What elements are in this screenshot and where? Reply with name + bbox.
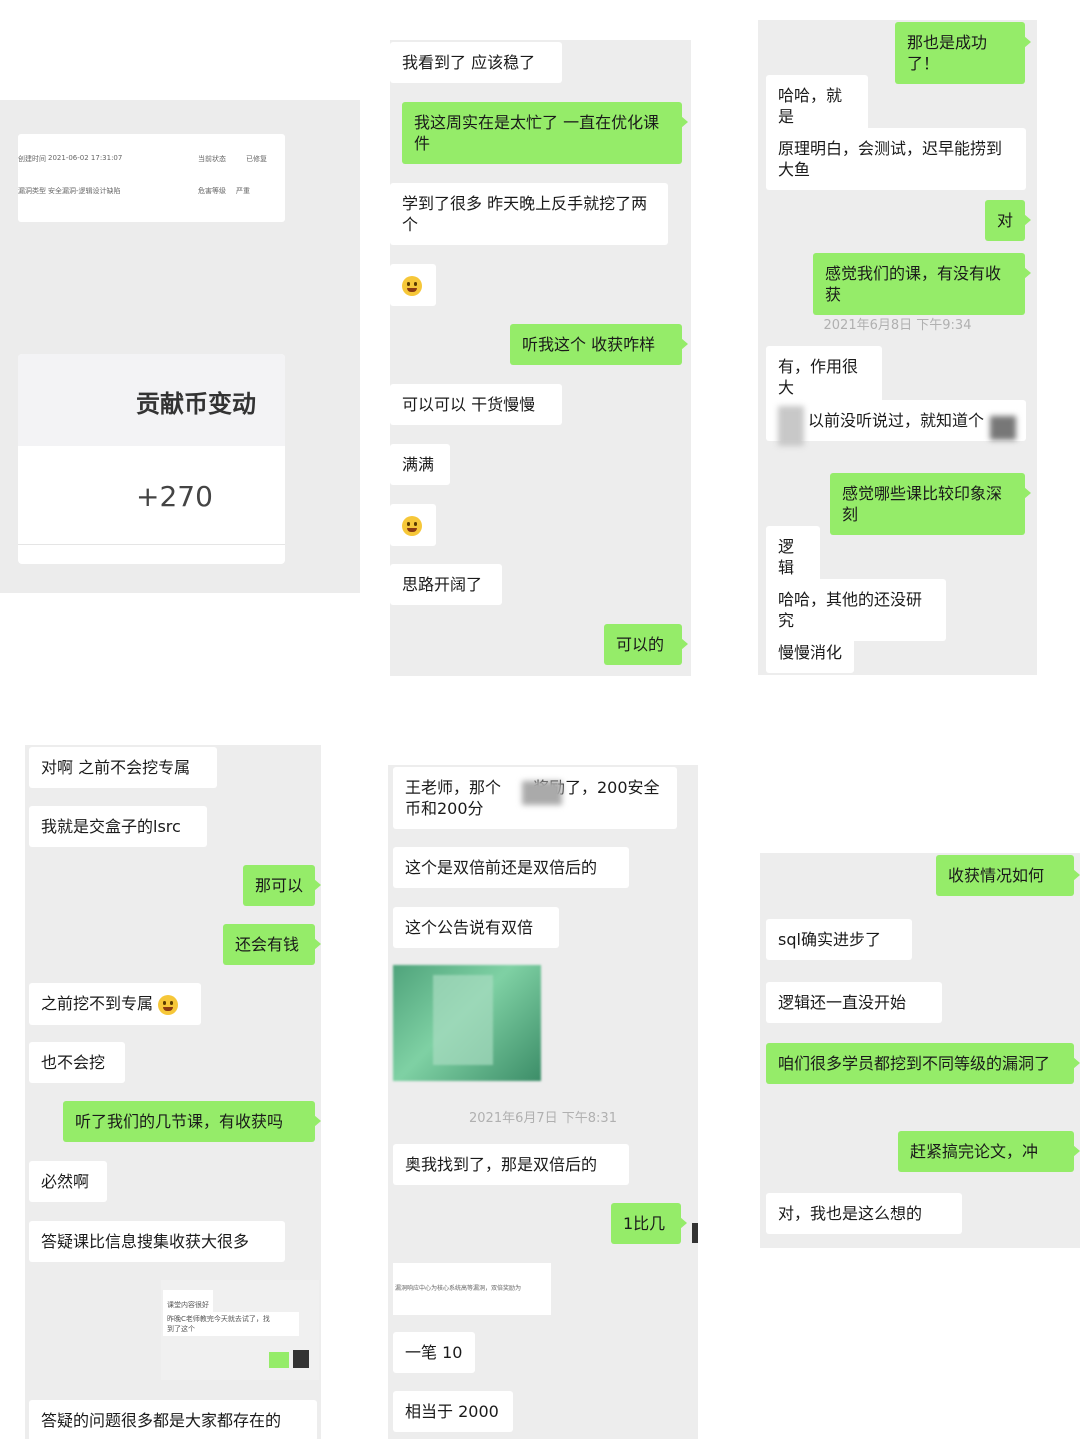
inner-chat-line: 到了这个 bbox=[167, 1325, 195, 1333]
chat-message: 学到了很多 昨天晚上反手就挖了两个 bbox=[390, 183, 668, 245]
record-type-value: 安全漏洞-逻辑设计缺陷 bbox=[48, 187, 121, 195]
record-created-label: 创建时间 bbox=[18, 155, 46, 163]
chat-timestamp: 2021年6月7日 下午8:31 bbox=[469, 1111, 617, 1126]
chat-message: 这个公告说有双倍 bbox=[393, 907, 559, 948]
inner-chat-bubble: 昨晚C老师教完今天就去试了，找 到了这个 bbox=[163, 1312, 299, 1336]
divider bbox=[18, 544, 285, 545]
chat-message: 我就是交盒子的lsrc bbox=[29, 806, 207, 847]
laugh-emoji-icon bbox=[402, 275, 422, 296]
chat-message: 对啊 之前不会挖专属 bbox=[29, 747, 217, 788]
chat-message: 咱们很多学员都挖到不同等级的漏洞了 bbox=[766, 1043, 1080, 1084]
chat-message: 相当于 2000 bbox=[393, 1391, 513, 1432]
chat-message: 也不会挖 bbox=[29, 1042, 125, 1083]
chat-message: 有，作用很大 bbox=[766, 346, 882, 408]
chat-message: 原理明白，会测试，迟早能捞到大鱼 bbox=[766, 128, 1026, 190]
panel-contribution-record: 创建时间 2021-06-02 17:31:07 当前状态 已修复 漏洞类型 安… bbox=[0, 100, 360, 593]
chat-message: sql确实进步了 bbox=[766, 919, 912, 960]
record-level-label: 危害等级 bbox=[198, 187, 226, 195]
inner-chat-image bbox=[269, 1352, 289, 1368]
chat-message: 那也是成功了！ bbox=[895, 22, 1031, 84]
chat-panel-6: 收获情况如何 sql确实进步了 逻辑还一直没开始 咱们很多学员都挖到不同等级的漏… bbox=[760, 853, 1080, 1248]
image-blur-block bbox=[433, 975, 493, 1065]
chat-message: 收获情况如何 bbox=[936, 855, 1080, 896]
chat-message: 可以可以 干货慢慢 bbox=[390, 384, 562, 425]
record-status-label: 当前状态 bbox=[198, 155, 226, 163]
chat-panel-2: 我看到了 应该稳了 我这周实在是太忙了 一直在优化课件 学到了很多 昨天晚上反手… bbox=[390, 40, 691, 676]
redacted-blur bbox=[778, 406, 804, 446]
chat-message-text: 之前挖不到专属 bbox=[41, 994, 154, 1013]
chat-message: 答疑课比信息搜集收获大很多 bbox=[29, 1221, 285, 1262]
chat-message: 对 bbox=[985, 200, 1031, 241]
chat-message: 慢慢消化 bbox=[766, 632, 854, 673]
notice-screenshot: 漏洞响应中心为核心系统高等漏洞，双倍奖励为 bbox=[393, 1263, 551, 1315]
chat-message: 听了我们的几节课，有收获吗 bbox=[63, 1101, 321, 1142]
chat-message: 以前没听说过，就知道个 bbox=[766, 400, 1026, 441]
chat-message: 还会有钱 bbox=[223, 924, 321, 965]
chat-timestamp: 2021年6月8日 下午9:34 bbox=[823, 318, 972, 333]
chat-message: 那可以 bbox=[243, 865, 321, 906]
chat-message: 奥我找到了，那是双倍后的 bbox=[393, 1144, 629, 1185]
chat-message: 逻辑还一直没开始 bbox=[766, 982, 942, 1023]
redacted-blur bbox=[990, 416, 1016, 440]
chat-message-text: 以前没听说过，就知道个 bbox=[808, 411, 985, 430]
record-type-label: 漏洞类型 bbox=[18, 187, 46, 195]
chat-message: 可以的 bbox=[604, 624, 688, 665]
chat-message: 之前挖不到专属 bbox=[29, 983, 201, 1025]
inner-chat-screenshot: 课堂内容很好 昨晚C老师教完今天就去试了，找 到了这个 bbox=[161, 1280, 319, 1380]
chat-message: 听我这个 收获咋样 bbox=[510, 324, 688, 365]
chat-message: 满满 bbox=[390, 444, 450, 485]
contribution-value: +270 bbox=[136, 480, 213, 513]
chat-message: 感觉哪些课比较印象深刻 bbox=[830, 473, 1031, 535]
chat-message: 我这周实在是太忙了 一直在优化课件 bbox=[402, 102, 688, 164]
inner-chat-line: 课堂内容很好 bbox=[167, 1301, 209, 1309]
contribution-card: 贡献币变动 +270 bbox=[18, 354, 285, 564]
chat-message-emoji bbox=[390, 504, 436, 546]
shared-image-blurred bbox=[393, 965, 541, 1081]
chat-message: 对，我也是这么想的 bbox=[766, 1193, 962, 1234]
record-created-value: 2021-06-02 17:31:07 bbox=[48, 154, 123, 162]
chat-panel-3: 那也是成功了！ 哈哈，就是 原理明白，会测试，迟早能捞到大鱼 对 感觉我们的课，… bbox=[758, 20, 1037, 675]
chat-message: 必然啊 bbox=[29, 1161, 107, 1202]
chat-message: 感觉我们的课，有没有收获 bbox=[813, 253, 1031, 315]
chat-message-emoji bbox=[390, 264, 436, 306]
notice-text: 漏洞响应中心为核心系统高等漏洞，双倍奖励为 bbox=[395, 1285, 522, 1292]
record-status-value: 已修复 bbox=[246, 155, 267, 163]
laugh-emoji-icon bbox=[158, 994, 179, 1015]
vulnerability-record-card: 创建时间 2021-06-02 17:31:07 当前状态 已修复 漏洞类型 安… bbox=[18, 134, 285, 222]
laugh-emoji-icon bbox=[402, 515, 422, 536]
avatar bbox=[293, 1350, 309, 1368]
chat-message: 这个是双倍前还是双倍后的 bbox=[393, 847, 629, 888]
chat-panel-5: 王老师，那个 奖励了，200安全币和200分 这个是双倍前还是双倍后的 这个公告… bbox=[388, 765, 698, 1439]
inner-chat-bubble: 课堂内容很好 bbox=[163, 1290, 213, 1313]
chat-panel-4: 对啊 之前不会挖专属 我就是交盒子的lsrc 那可以 还会有钱 之前挖不到专属 … bbox=[25, 745, 321, 1439]
chat-message: 1比几 bbox=[611, 1203, 687, 1244]
avatar bbox=[692, 1223, 698, 1243]
inner-chat-line: 昨晚C老师教完今天就去试了，找 bbox=[167, 1315, 270, 1323]
contribution-title: 贡献币变动 bbox=[136, 390, 256, 418]
redacted-blur bbox=[522, 781, 562, 805]
chat-message: 思路开阔了 bbox=[390, 564, 502, 605]
chat-message: 我看到了 应该稳了 bbox=[390, 42, 562, 83]
record-level-value: 严重 bbox=[236, 187, 250, 195]
chat-message: 答疑的问题很多都是大家都存在的 bbox=[29, 1400, 317, 1439]
chat-message: 赶紧搞完论文，冲 bbox=[898, 1131, 1080, 1172]
chat-message: 一笔 10 bbox=[393, 1332, 475, 1373]
